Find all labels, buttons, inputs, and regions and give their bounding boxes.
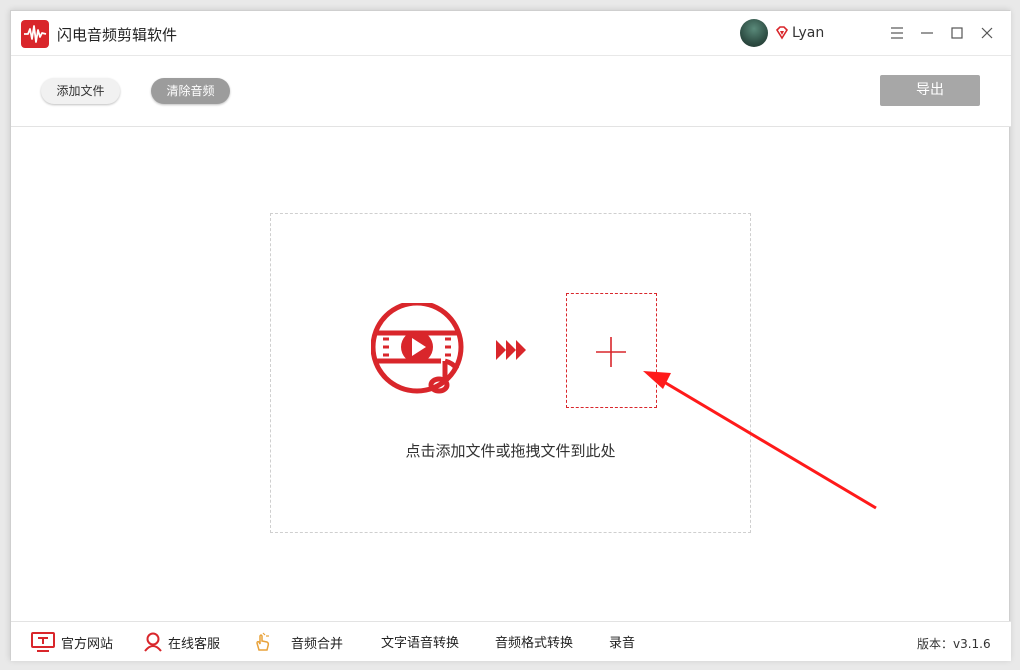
monitor-icon — [31, 632, 55, 652]
record-link[interactable]: 录音 — [609, 632, 635, 651]
maximize-icon[interactable] — [948, 24, 966, 42]
online-service-link[interactable]: 在线客服 — [144, 632, 220, 652]
official-site-label: 官方网站 — [61, 636, 114, 652]
file-drop-zone[interactable] — [270, 213, 751, 533]
audio-format-convert-link[interactable]: 音频格式转换 — [495, 632, 573, 651]
toolbar: 添加文件 清除音频 导出 — [11, 56, 1011, 127]
audio-merge-link[interactable]: 音频合并 — [253, 632, 343, 652]
official-site-link[interactable]: 官方网站 — [31, 632, 113, 652]
plus-icon[interactable] — [595, 336, 627, 368]
video-music-disc-icon — [371, 303, 464, 394]
add-file-button[interactable]: 添加文件 — [41, 78, 120, 104]
audio-waveform-icon — [21, 20, 49, 48]
title-bar: 闪电音频剪辑软件 Lyan — [11, 11, 1011, 56]
clear-audio-button[interactable]: 清除音频 — [151, 78, 230, 104]
user-service-icon — [144, 632, 162, 652]
version-label: 版本：v3.1.6 — [917, 637, 991, 651]
audio-merge-label: 音频合并 — [291, 636, 344, 652]
close-icon[interactable] — [978, 24, 996, 42]
menu-icon[interactable] — [888, 24, 906, 42]
export-button[interactable]: 导出 — [880, 75, 980, 106]
text-to-speech-label: 文字语音转换 — [381, 636, 460, 651]
vip-diamond-icon — [775, 26, 789, 40]
avatar[interactable] — [740, 19, 768, 47]
audio-format-convert-label: 音频格式转换 — [495, 636, 574, 651]
minimize-icon[interactable] — [918, 24, 936, 42]
text-to-speech-link[interactable]: 文字语音转换 — [381, 632, 459, 651]
drop-hint-text: 点击添加文件或拖拽文件到此处 — [405, 442, 616, 460]
app-window: 闪电音频剪辑软件 Lyan 添加文件 清除音频 导出 点击添加文件或拖拽文件到此… — [10, 10, 1011, 661]
app-title: 闪电音频剪辑软件 — [57, 26, 178, 44]
triple-chevron-right-icon — [496, 340, 526, 360]
username[interactable]: Lyan — [792, 25, 824, 41]
footer-bar: 官方网站 在线客服 音频合并 文字语音转换 音频格式转换 录音 版本：v3.1.… — [11, 621, 1011, 661]
online-service-label: 在线客服 — [168, 636, 221, 652]
hand-click-icon — [256, 632, 270, 651]
record-label: 录音 — [609, 636, 636, 651]
